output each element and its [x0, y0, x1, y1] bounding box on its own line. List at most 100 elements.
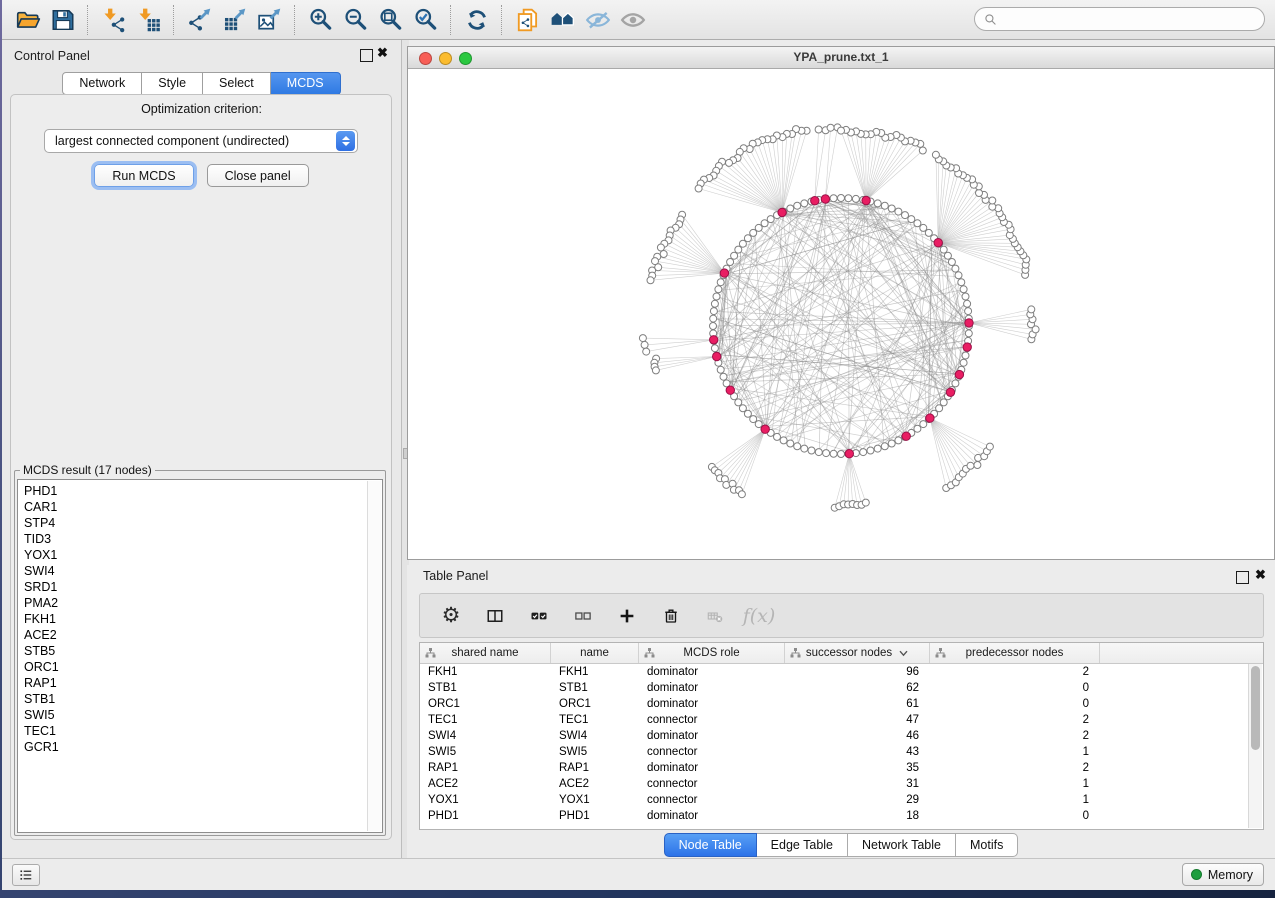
mcds-result-item[interactable]: RAP1: [24, 675, 382, 691]
select-all-button[interactable]: [524, 601, 554, 631]
mcds-list-scrollbar[interactable]: [367, 481, 381, 831]
cell-successor-nodes[interactable]: 62: [785, 682, 930, 694]
zoom-in-button[interactable]: [304, 3, 337, 36]
cell-name[interactable]: RAP1: [551, 762, 639, 774]
search-field[interactable]: [974, 7, 1265, 31]
cell-shared-name[interactable]: ORC1: [420, 698, 551, 710]
mcds-result-item[interactable]: ORC1: [24, 659, 382, 675]
tab-select[interactable]: Select: [203, 72, 271, 95]
mcds-result-item[interactable]: CAR1: [24, 499, 382, 515]
cell-name[interactable]: YOX1: [551, 794, 639, 806]
settings-button[interactable]: ⚙: [436, 601, 466, 631]
column-header-MCDS-role[interactable]: MCDS role: [639, 643, 785, 663]
export-table-button[interactable]: [218, 3, 251, 36]
tab-style[interactable]: Style: [142, 72, 203, 95]
network-window-titlebar[interactable]: YPA_prune.txt_1: [408, 47, 1274, 69]
cell-predecessor-nodes[interactable]: 2: [930, 714, 1100, 726]
cell-MCDS-role[interactable]: connector: [639, 778, 785, 790]
column-header-shared-name[interactable]: shared name: [420, 643, 551, 663]
float-panel-icon[interactable]: [360, 49, 373, 62]
cell-shared-name[interactable]: RAP1: [420, 762, 551, 774]
optimization-criterion-select[interactable]: largest connected component (undirected): [44, 129, 358, 153]
cell-name[interactable]: ACE2: [551, 778, 639, 790]
cell-successor-nodes[interactable]: 31: [785, 778, 930, 790]
export-network-button[interactable]: [183, 3, 216, 36]
cell-shared-name[interactable]: TEC1: [420, 714, 551, 726]
run-mcds-button[interactable]: Run MCDS: [94, 164, 193, 187]
cell-predecessor-nodes[interactable]: 1: [930, 746, 1100, 758]
mcds-result-item[interactable]: TEC1: [24, 723, 382, 739]
search-input[interactable]: [1002, 11, 1256, 27]
table-row[interactable]: RAP1RAP1dominator352: [420, 760, 1263, 776]
cell-name[interactable]: TEC1: [551, 714, 639, 726]
unselect-all-button[interactable]: [568, 601, 598, 631]
mcds-result-item[interactable]: SWI5: [24, 707, 382, 723]
column-header-predecessor-nodes[interactable]: predecessor nodes: [930, 643, 1100, 663]
mcds-result-item[interactable]: PMA2: [24, 595, 382, 611]
tab-node-table[interactable]: Node Table: [664, 833, 757, 857]
column-header-name[interactable]: name: [551, 643, 639, 663]
tab-mcds[interactable]: MCDS: [271, 72, 341, 95]
mcds-result-item[interactable]: ACE2: [24, 627, 382, 643]
cell-shared-name[interactable]: ACE2: [420, 778, 551, 790]
table-row[interactable]: SWI5SWI5connector431: [420, 744, 1263, 760]
table-row[interactable]: PHD1PHD1dominator180: [420, 808, 1263, 824]
cell-predecessor-nodes[interactable]: 0: [930, 810, 1100, 822]
cell-successor-nodes[interactable]: 46: [785, 730, 930, 742]
column-header-successor-nodes[interactable]: successor nodes: [785, 643, 930, 663]
mcds-result-item[interactable]: PHD1: [24, 483, 382, 499]
mcds-result-item[interactable]: YOX1: [24, 547, 382, 563]
cell-successor-nodes[interactable]: 18: [785, 810, 930, 822]
cell-predecessor-nodes[interactable]: 0: [930, 682, 1100, 694]
tab-motifs[interactable]: Motifs: [956, 833, 1018, 857]
close-panel-button[interactable]: Close panel: [207, 164, 309, 187]
cell-successor-nodes[interactable]: 61: [785, 698, 930, 710]
cell-name[interactable]: STB1: [551, 682, 639, 694]
cell-shared-name[interactable]: SWI5: [420, 746, 551, 758]
cell-name[interactable]: FKH1: [551, 666, 639, 678]
cell-successor-nodes[interactable]: 43: [785, 746, 930, 758]
cell-name[interactable]: SWI4: [551, 730, 639, 742]
cell-predecessor-nodes[interactable]: 0: [930, 698, 1100, 710]
table-row[interactable]: ACE2ACE2connector311: [420, 776, 1263, 792]
cell-successor-nodes[interactable]: 35: [785, 762, 930, 774]
cell-shared-name[interactable]: PHD1: [420, 810, 551, 822]
delete-column-button[interactable]: [656, 601, 686, 631]
float-table-panel-icon[interactable]: [1236, 571, 1249, 584]
import-network-button[interactable]: [97, 3, 130, 36]
scrollbar-thumb[interactable]: [1251, 666, 1260, 750]
cell-successor-nodes[interactable]: 29: [785, 794, 930, 806]
mcds-result-item[interactable]: SRD1: [24, 579, 382, 595]
tab-edge-table[interactable]: Edge Table: [757, 833, 848, 857]
cell-MCDS-role[interactable]: dominator: [639, 810, 785, 822]
network-graph[interactable]: [408, 69, 1274, 559]
cell-name[interactable]: SWI5: [551, 746, 639, 758]
table-scrollbar[interactable]: [1248, 664, 1262, 828]
duplicate-network-button[interactable]: [511, 3, 544, 36]
add-column-button[interactable]: [612, 601, 642, 631]
close-panel-icon[interactable]: ✖: [377, 46, 388, 60]
cell-shared-name[interactable]: STB1: [420, 682, 551, 694]
cell-MCDS-role[interactable]: dominator: [639, 682, 785, 694]
mcds-result-item[interactable]: SWI4: [24, 563, 382, 579]
mcds-result-item[interactable]: STP4: [24, 515, 382, 531]
hide-selected-button[interactable]: [581, 3, 614, 36]
cell-MCDS-role[interactable]: dominator: [639, 666, 785, 678]
cell-shared-name[interactable]: SWI4: [420, 730, 551, 742]
tab-network[interactable]: Network: [62, 72, 142, 95]
cell-predecessor-nodes[interactable]: 2: [930, 666, 1100, 678]
split-panel-button[interactable]: [480, 601, 510, 631]
close-table-panel-icon[interactable]: ✖: [1255, 568, 1266, 582]
cell-MCDS-role[interactable]: connector: [639, 746, 785, 758]
memory-button[interactable]: Memory: [1182, 863, 1264, 886]
table-row[interactable]: TEC1TEC1connector472: [420, 712, 1263, 728]
mcds-result-item[interactable]: FKH1: [24, 611, 382, 627]
cell-predecessor-nodes[interactable]: 1: [930, 794, 1100, 806]
table-row[interactable]: FKH1FKH1dominator962: [420, 664, 1263, 680]
cell-MCDS-role[interactable]: connector: [639, 714, 785, 726]
zoom-out-button[interactable]: [339, 3, 372, 36]
cell-shared-name[interactable]: YOX1: [420, 794, 551, 806]
network-canvas[interactable]: [408, 69, 1274, 559]
save-session-button[interactable]: [46, 3, 79, 36]
cell-shared-name[interactable]: FKH1: [420, 666, 551, 678]
